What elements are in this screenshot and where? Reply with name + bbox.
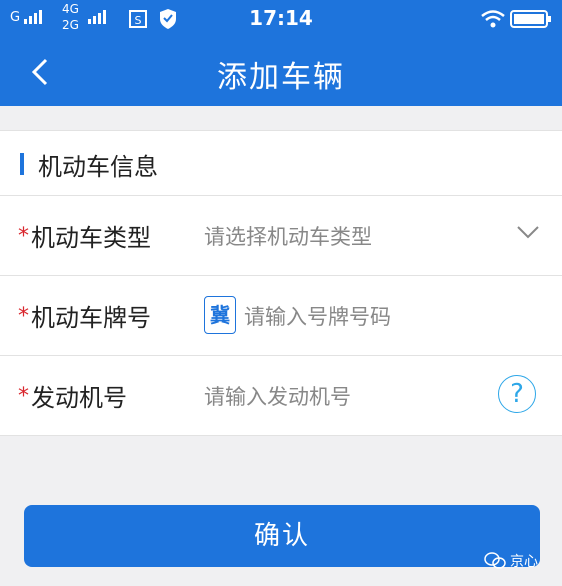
section-accent-bar — [20, 153, 24, 175]
engine-number-input[interactable]: 请输入发动机号 — [204, 381, 351, 411]
watermark-text: 京心 — [510, 554, 538, 570]
confirm-button[interactable]: 确认 — [24, 505, 540, 567]
wifi-icon — [481, 10, 505, 28]
engine-number-label: 发动机号 — [31, 384, 127, 412]
page-title: 添加车辆 — [217, 60, 345, 95]
status-time: 17:14 — [249, 6, 313, 30]
chevron-down-icon[interactable] — [516, 224, 540, 240]
engine-number-field[interactable]: * 发动机号 请输入发动机号 ? — [0, 356, 562, 435]
section-header: 机动车信息 — [0, 131, 562, 196]
required-mark: * — [18, 384, 29, 409]
vehicle-type-field[interactable]: * 机动车类型 请选择机动车类型 — [0, 196, 562, 276]
vehicle-type-label: 机动车类型 — [31, 224, 151, 252]
plate-number-input[interactable]: 请输入号牌号码 — [244, 301, 391, 331]
header-bar: 添加车辆 — [0, 38, 562, 106]
plate-number-label: 机动车牌号 — [31, 304, 151, 332]
vehicle-info-card: 机动车信息 * 机动车类型 请选择机动车类型 * 机动车牌号 冀 请输入号牌号码… — [0, 130, 562, 436]
status-bar: G 4G 2G S 17:14 — [0, 0, 562, 38]
vehicle-type-placeholder[interactable]: 请选择机动车类型 — [204, 221, 372, 251]
required-mark: * — [18, 224, 29, 249]
section-title: 机动车信息 — [38, 153, 158, 181]
help-circle-icon[interactable]: ? — [498, 375, 536, 413]
wechat-icon — [484, 552, 506, 569]
plate-number-field[interactable]: * 机动车牌号 冀 请输入号牌号码 — [0, 276, 562, 356]
battery-icon — [510, 10, 551, 28]
watermark: 京心 — [484, 551, 538, 571]
required-mark: * — [18, 304, 29, 329]
province-prefix-button[interactable]: 冀 — [204, 296, 236, 334]
